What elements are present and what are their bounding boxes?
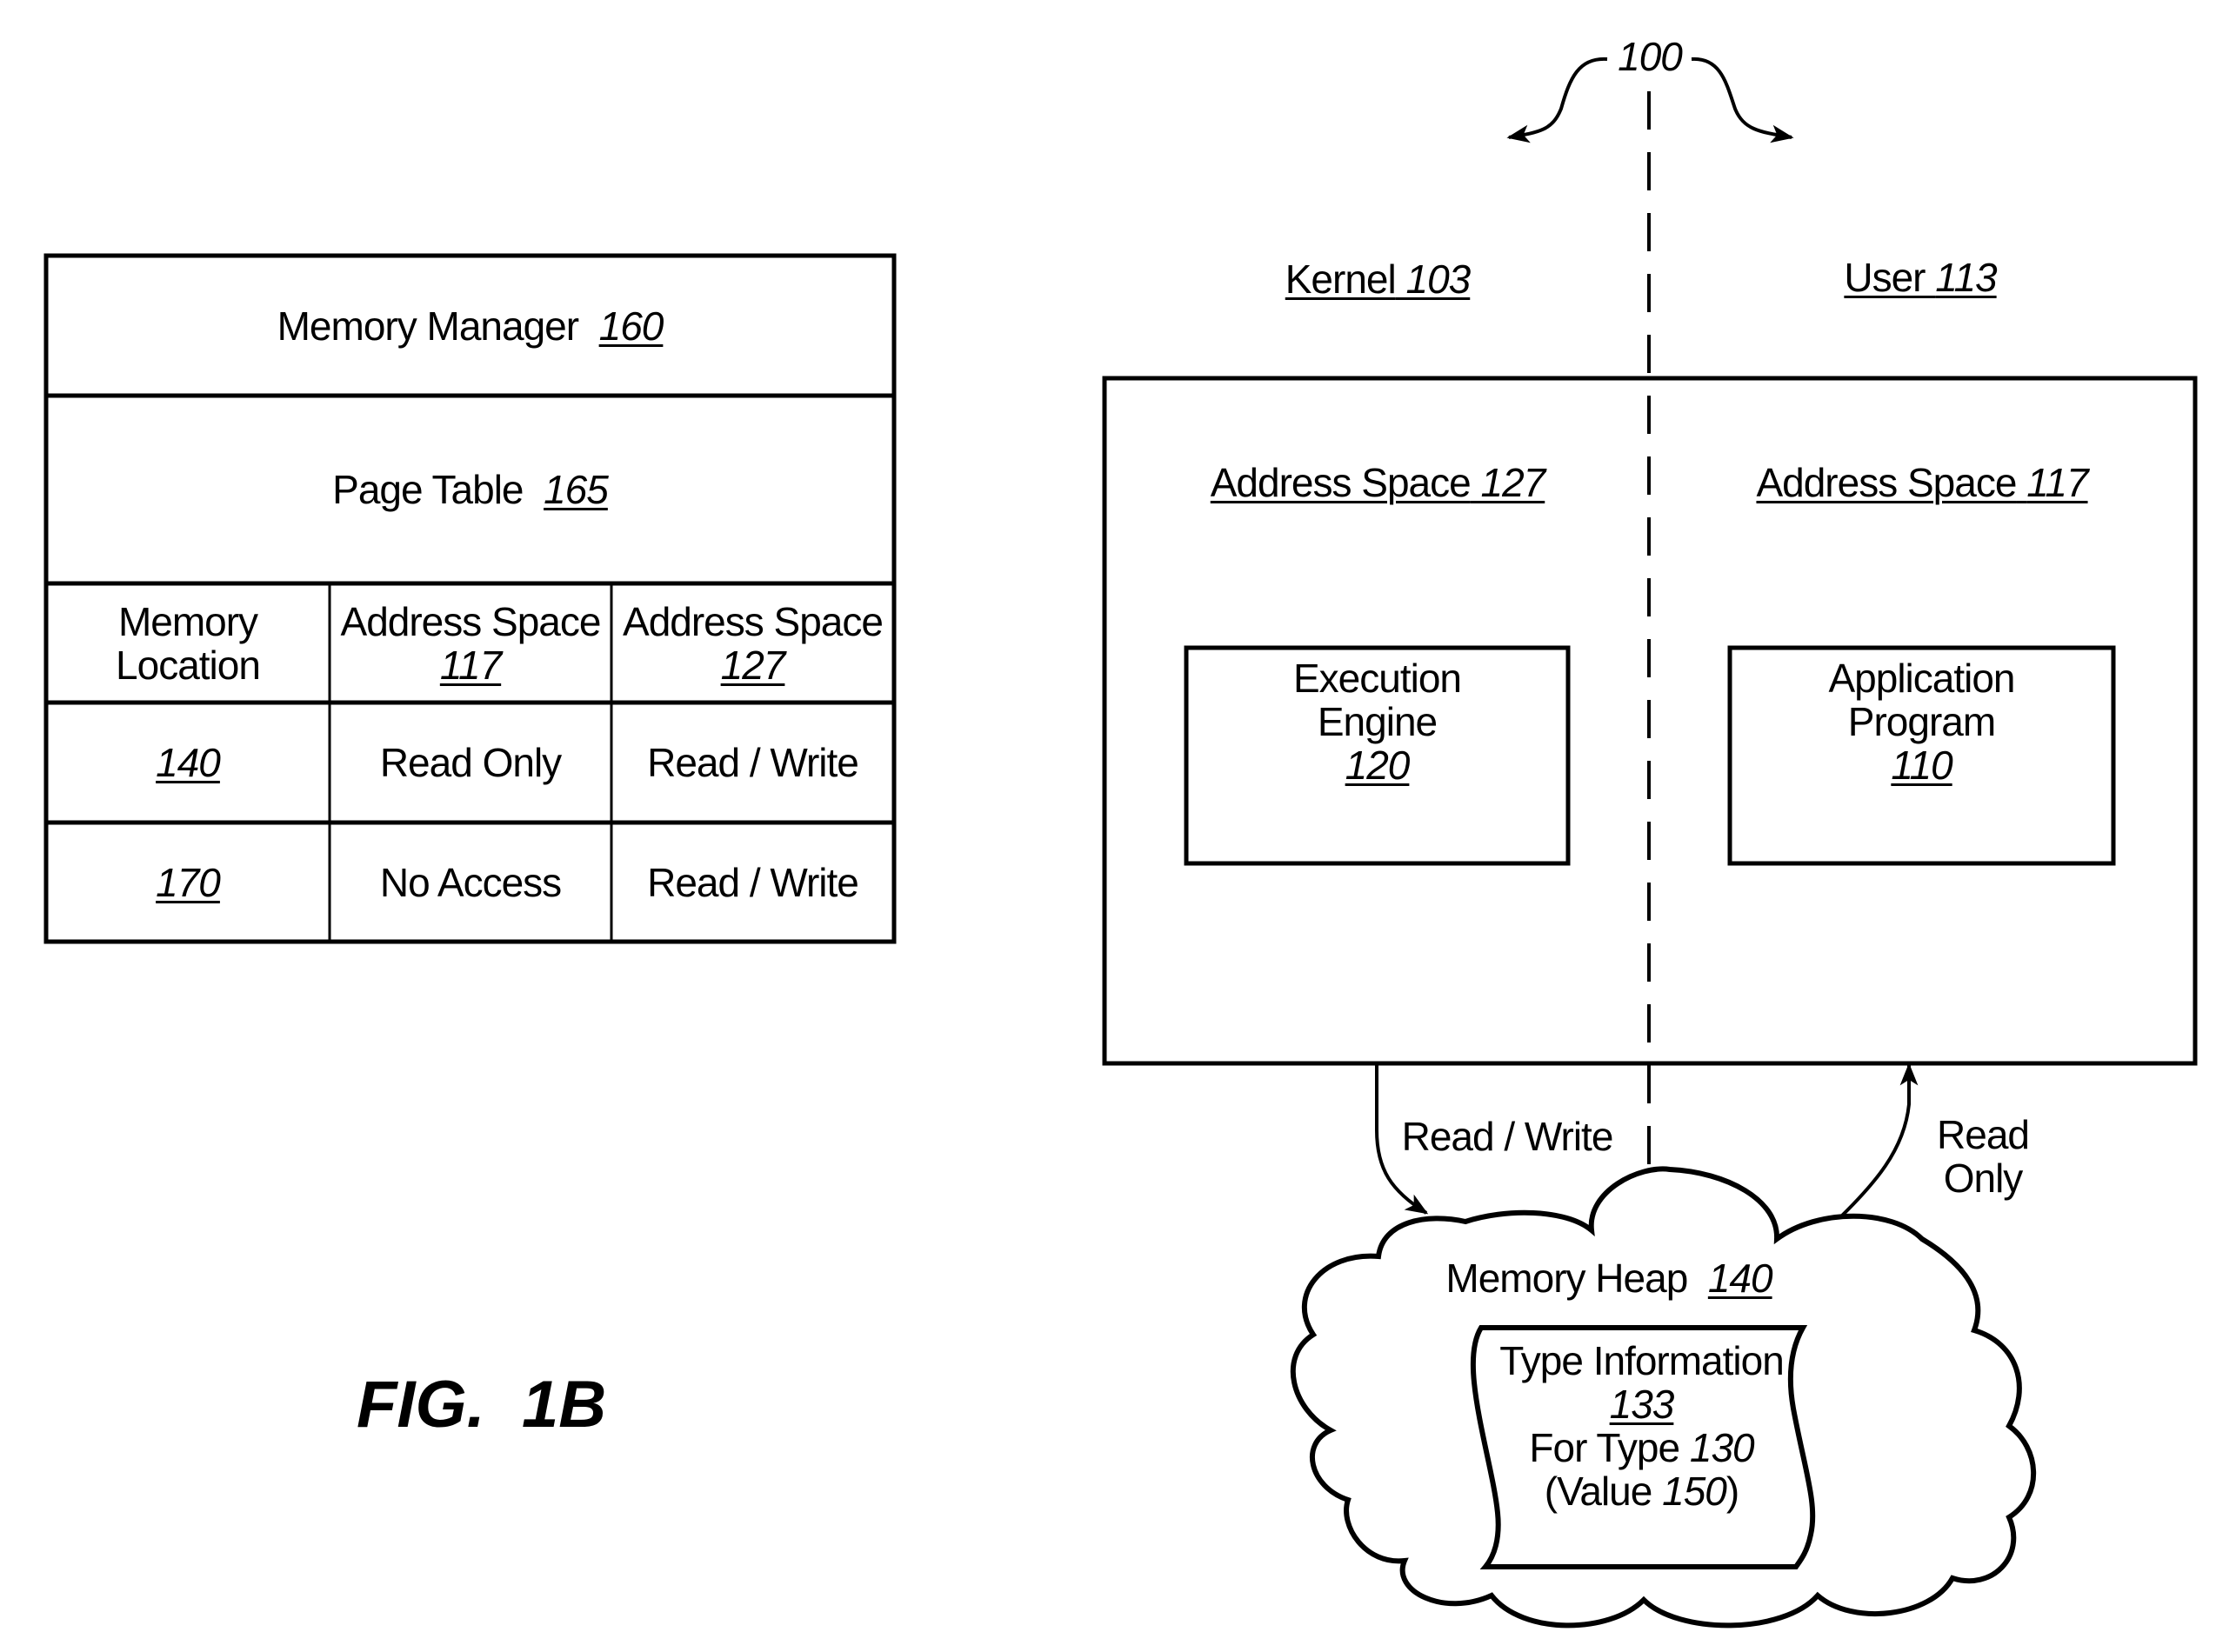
user-label: User 113 [1844,255,1997,300]
ref-arrow-right [1691,57,1794,143]
system-ref-label: 100 [1618,34,1683,79]
kernel-label: Kernel 103 [1285,257,1471,301]
header-line: Address Space [340,598,602,644]
cell-as127: Read / Write [647,859,859,905]
table-row: 140 [46,703,330,823]
memory-manager-ref: 160 [598,303,664,349]
figure-label: FIG. 1B [357,1368,607,1442]
cell-as117: Read Only [379,740,562,785]
application-program-line: Program [1847,699,1996,744]
type-info-line: (Value [1544,1469,1653,1514]
cell-as127: Read / Write [647,740,859,785]
user-text: User [1844,255,1926,300]
memory-heap-label: Memory Heap 140 [1445,1256,1772,1300]
table-row: Read / Write [611,703,894,823]
cell-location: 170 [156,859,221,905]
execution-engine-ref: 120 [1345,743,1411,788]
memory-manager-label: Memory Manager [277,303,579,349]
memory-heap-text: Memory Heap [1445,1256,1688,1301]
header-line: Address Space [623,598,884,644]
header-ref: 127 [720,642,786,688]
address-space-117-label: Address Space 117 [1756,460,2088,505]
type-info-line: ) [1725,1469,1739,1514]
address-space-text: Address Space [1756,460,2017,505]
header-line: Location [116,642,261,688]
kernel-text: Kernel [1285,256,1397,302]
table-row: 170 [46,823,330,942]
ref-arrow-left [1506,57,1608,143]
read-write-arrow-label: Read / Write [1401,1114,1614,1159]
page-table-ref: 165 [544,467,609,512]
header-ref: 117 [439,642,502,688]
type-ref: 130 [1689,1425,1755,1470]
page-table-title: Page Table 165 [46,396,894,583]
column-header-address-space-117: Address Space 117 [330,583,611,703]
user-ref: 113 [1935,255,1997,300]
type-info-line: For Type [1529,1425,1680,1470]
read-only-arrow-label: Read Only [1896,1113,2070,1200]
application-program-line: Application [1828,656,2015,701]
address-space-text: Address Space [1210,460,1472,505]
table-row: Read / Write [611,823,894,942]
read-only-line: Only [1943,1156,2024,1201]
address-space-ref: 127 [1480,460,1546,505]
application-program-ref: 110 [1891,743,1952,788]
cell-as117: No Access [379,859,562,905]
memory-heap-ref: 140 [1707,1256,1773,1301]
execution-engine-label: Execution Engine 120 [1186,648,1568,787]
application-program-label: Application Program 110 [1730,648,2113,787]
type-info-ref: 133 [1609,1382,1675,1427]
cell-location: 140 [156,740,221,785]
address-space-ref: 117 [2026,460,2088,505]
execution-engine-line: Execution [1292,656,1462,701]
table-row: Read Only [330,703,611,823]
read-only-line: Read [1937,1112,2030,1157]
header-line: Memory [117,598,258,644]
page-table-label: Page Table [332,467,524,512]
type-information-label: Type Information 133 For Type 130 (Value… [1478,1335,1805,1517]
address-space-127-label: Address Space 127 [1211,461,1545,504]
memory-manager-title: Memory Manager 160 [46,256,894,396]
value-ref: 150 [1662,1469,1727,1514]
type-info-line: Type Information [1499,1338,1785,1383]
column-header-address-space-127: Address Space 127 [611,583,894,703]
table-row: No Access [330,823,611,942]
kernel-ref: 103 [1405,256,1472,302]
execution-engine-line: Engine [1317,699,1438,744]
column-header-memory-location: Memory Location [46,583,330,703]
